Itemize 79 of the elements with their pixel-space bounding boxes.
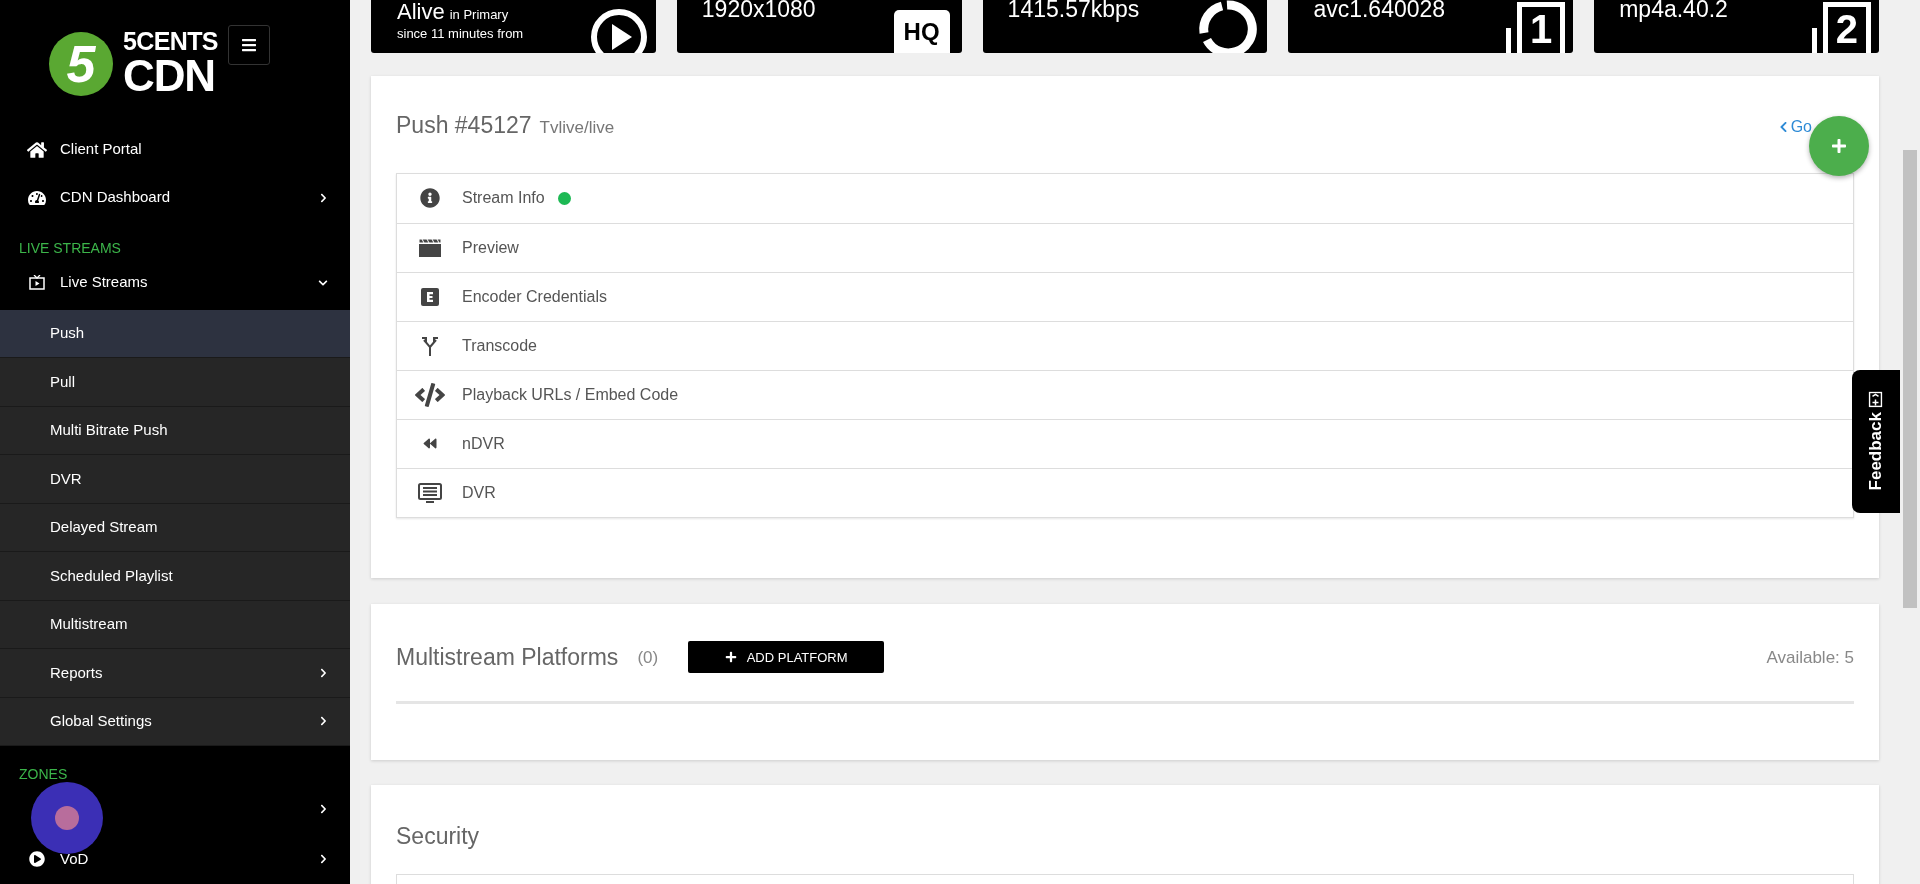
submenu-item-label: Pull [50, 371, 75, 392]
menu-row-label: Playback URLs / Embed Code [462, 384, 679, 405]
submenu-item[interactable]: Delayed Stream [0, 503, 350, 552]
menu-row-label: Stream Info [462, 188, 545, 208]
submenu-item[interactable]: Multi Bitrate Push [0, 406, 350, 455]
stat-note: in Primary [449, 6, 509, 24]
submenu-item-label: Push [50, 323, 85, 343]
submenu-item-label: Multistream [50, 614, 128, 634]
available-count: Available: 5 [1766, 646, 1854, 669]
section-title: Security [396, 823, 480, 849]
feedback-tab[interactable]: Feedback [1852, 370, 1900, 513]
chevron-left-icon [1778, 121, 1788, 133]
chevron-right-icon [319, 716, 328, 727]
info-icon [419, 188, 440, 208]
section-title: Multistream Platforms [396, 643, 619, 672]
submenu-item-label: Delayed Stream [50, 517, 158, 537]
submenu-item[interactable]: Push [0, 309, 350, 358]
stat-subtext: since 11 minutes from [397, 24, 524, 43]
menu-row-label: Encoder Credentials [462, 286, 607, 307]
submenu-item[interactable]: Multistream [0, 600, 350, 649]
clapperboard-icon [418, 238, 441, 257]
feedback-icon [1869, 391, 1883, 408]
menu-row[interactable]: Encoder Credentials [397, 271, 1853, 321]
section-heading: LIVE STREAMS [18, 238, 122, 258]
submenu-item-label: DVR [50, 468, 82, 489]
platform-count: (0) [637, 646, 659, 669]
sidebar-item-label: VoD [60, 848, 89, 869]
menu-row[interactable]: Preview [397, 222, 1853, 272]
submenu-item-label: Multi Bitrate Push [50, 420, 168, 440]
fork-arrows-icon [420, 335, 439, 356]
back-link[interactable]: Go [1778, 115, 1812, 139]
chevron-right-icon [319, 667, 328, 678]
logo-text: CDN [123, 54, 217, 98]
section-heading: ZONES [18, 765, 69, 784]
letter-box-icon [420, 287, 439, 306]
menu-row[interactable]: Transcode [397, 320, 1853, 370]
menu-row[interactable]: Playback URLs / Embed Code [397, 369, 1853, 419]
sidebar-item[interactable]: Live Streams [0, 257, 350, 308]
menu-button[interactable] [227, 25, 270, 65]
menu-row-label: DVR [462, 482, 496, 503]
stat-value: 1415.57kbps [1007, 0, 1140, 24]
submenu-item[interactable]: Reports [0, 649, 350, 698]
submenu-item[interactable]: Pull [0, 358, 350, 407]
page-subtitle: Tvlive/live [539, 117, 615, 139]
tv-play-icon [29, 275, 45, 290]
sidebar-item[interactable]: VoD [0, 834, 350, 884]
sidebar-item-label: Live Streams [60, 272, 148, 293]
stat-value: 1920x1080 [701, 0, 816, 24]
page-title: Push #45127 [396, 111, 532, 140]
quality-badge: HQ [893, 10, 950, 53]
menu-row-label: Preview [462, 237, 519, 258]
submenu-item[interactable]: DVR [0, 455, 350, 504]
gauge-icon [28, 189, 46, 206]
stat-value: avc1.640028 [1313, 0, 1446, 24]
sidebar-item[interactable]: CDN Dashboard [0, 173, 350, 222]
menu-row[interactable]: Stream Info [397, 173, 1853, 223]
add-platform-button[interactable]: ADD PLATFORM [688, 641, 885, 674]
sidebar-item[interactable]: Client Portal [0, 125, 350, 174]
menu-row-label: nDVR [462, 433, 505, 454]
submenu-item-label: Reports [50, 662, 103, 683]
stat-value: mp4a.40.2 [1619, 0, 1728, 24]
rewind-icon [420, 437, 439, 450]
submenu-item-label: Global Settings [50, 711, 152, 731]
sidebar-item-label: CDN Dashboard [60, 187, 171, 208]
menu-icon [240, 37, 257, 53]
submenu-item-label: Scheduled Playlist [50, 565, 173, 586]
monitor-list-icon [417, 482, 442, 503]
sidebar-item-label: Client Portal [60, 139, 142, 160]
menu-row[interactable]: DVR [397, 467, 1853, 517]
submenu-item[interactable]: Scheduled Playlist [0, 552, 350, 601]
home-icon [27, 140, 47, 159]
logo-text: 5CENTS [123, 29, 218, 54]
plus-icon [724, 651, 737, 664]
menu-row-label: Transcode [462, 335, 537, 356]
submenu-item[interactable]: Global Settings [0, 697, 350, 746]
menu-row[interactable]: nDVR [397, 418, 1853, 468]
stat-value: Alive [397, 0, 445, 24]
code-icon [413, 382, 446, 407]
plus-icon [1831, 138, 1847, 154]
